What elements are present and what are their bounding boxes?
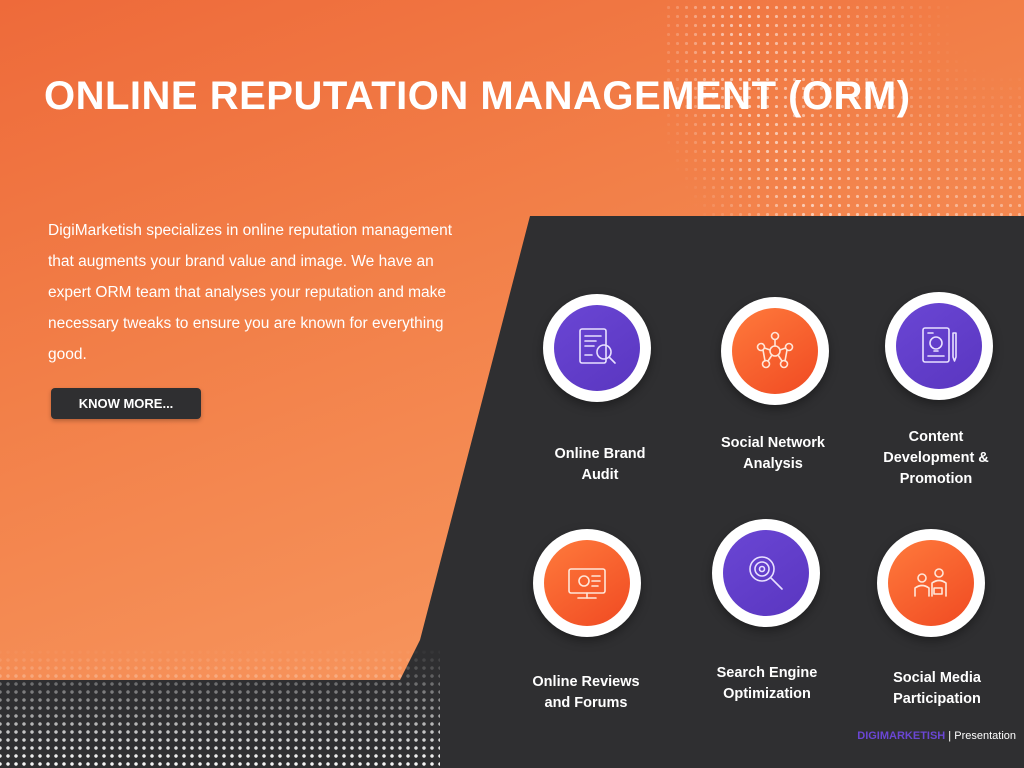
footer: DIGIMARKETISH | Presentation [857,730,1016,742]
footer-suffix: Presentation [954,730,1016,742]
service-icon-circle [885,292,993,400]
service-label-line: Participation [893,691,981,707]
service-icon-circle [543,294,651,402]
service-label: Search Engine Optimization [697,663,837,705]
slide: ONLINE REPUTATION MANAGEMENT (ORM) DigiM… [0,0,1024,768]
dot-pattern-bottom-left [0,648,440,768]
service-icon-circle [533,529,641,637]
service-label-line: Analysis [743,456,803,472]
description-text: DigiMarketish specializes in online repu… [48,222,453,363]
social-people-icon [914,568,947,597]
service-label-line: Online Reviews [532,674,640,690]
service-icon-circle [877,529,985,637]
service-label-line: Social Media [893,670,981,686]
network-nodes-icon [756,331,794,369]
service-label-line: Search Engine [716,665,818,681]
footer-brand: DIGIMARKETISH [857,730,946,742]
service-label-line: Social Network [721,435,825,451]
service-label: Content Development & Promotion [866,427,1006,490]
service-label-line: Content [908,429,964,445]
search-magnifier-icon [749,556,783,590]
service-label: Online Reviews and Forums [516,672,656,714]
content-idea-icon [922,327,957,363]
service-icon-circle [712,519,820,627]
footer-separator: | [945,730,955,742]
review-screen-icon [568,568,606,599]
service-label-line: Promotion [899,471,973,487]
service-label-line: Online Brand [554,446,646,462]
service-label-line: Optimization [723,686,811,702]
service-label-line: and Forums [544,695,628,711]
service-label: Social Media Participation [867,668,1007,710]
service-label: Social Network Analysis [703,433,843,475]
service-label-line: Development & [883,450,989,466]
service-icon-circle [721,297,829,405]
audit-report-icon [579,328,616,364]
service-label: Online Brand Audit [530,444,670,486]
page-title: ONLINE REPUTATION MANAGEMENT (ORM) [44,74,911,118]
know-more-button[interactable]: KNOW MORE... [51,388,201,419]
service-label-line: Audit [581,467,619,483]
